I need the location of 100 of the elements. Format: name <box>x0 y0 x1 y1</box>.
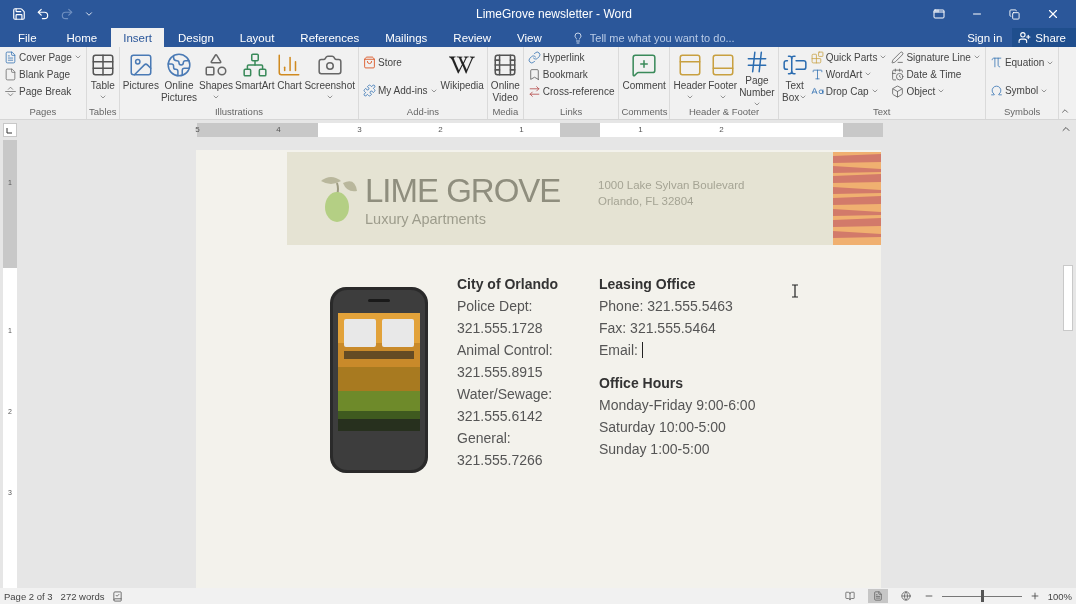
group-label: Links <box>559 106 584 119</box>
ribbon-button[interactable]: Footer <box>707 49 739 106</box>
blocks-icon <box>810 50 824 64</box>
close-icon[interactable] <box>1046 7 1060 21</box>
ruler-number: 1 <box>519 124 524 136</box>
link-icon <box>527 50 541 64</box>
ribbon-button[interactable]: Store <box>362 54 439 71</box>
ribbon-button[interactable]: Page Number <box>738 49 776 106</box>
ribbon-button[interactable]: Online Video <box>489 49 521 106</box>
share-button[interactable]: Share <box>1012 28 1076 47</box>
ruler-number: 2 <box>438 124 443 136</box>
customize-caret-icon[interactable] <box>84 9 94 19</box>
ribbon-button[interactable]: Hyperlink <box>526 49 616 65</box>
ribbon-button[interactable]: Bookmark <box>526 66 616 82</box>
hours-line: Monday-Friday 9:00-6:00 <box>599 396 756 415</box>
puzzle-icon <box>363 84 377 97</box>
ribbon-button[interactable]: Comment <box>621 49 667 106</box>
ribbon-tab[interactable]: File <box>2 28 53 47</box>
film-icon <box>492 51 519 78</box>
ribbon-tab[interactable]: Layout <box>227 28 287 47</box>
ribbon-button[interactable]: Table <box>88 49 117 106</box>
tell-me-field[interactable]: Tell me what you want to do... <box>587 30 788 45</box>
ruler-number: 1 <box>638 124 643 136</box>
restore-icon[interactable] <box>1009 8 1020 20</box>
ribbon-tab[interactable]: Insert <box>111 28 164 47</box>
table-icon <box>89 51 116 78</box>
address-line: 1000 Lake Sylvan Boulevard <box>598 179 746 191</box>
ribbon-button[interactable]: Cover Page <box>3 49 83 65</box>
contact-line: Fax: 321.555.5464 <box>599 319 716 338</box>
section-heading: City of Orlando <box>457 275 559 294</box>
ribbon-button[interactable]: Wikipedia <box>439 49 485 106</box>
ribbon-button[interactable]: Screenshot <box>303 49 357 106</box>
ribbon-button[interactable]: Cross-reference <box>526 83 616 99</box>
ruler-number: 4 <box>276 124 281 136</box>
ribbon-tab[interactable]: References <box>288 28 372 47</box>
pi-icon <box>989 56 1003 69</box>
ribbon-display-icon[interactable] <box>933 8 945 20</box>
hours-line: Sunday 1:00-5:00 <box>599 440 710 459</box>
image-icon <box>127 51 154 78</box>
collapse-ribbon-icon[interactable] <box>1060 106 1070 116</box>
footer-icon <box>709 51 736 78</box>
zoom-thumb[interactable] <box>980 590 984 602</box>
ribbon-button[interactable]: Object <box>890 83 982 99</box>
i-beam-cursor-icon <box>791 284 799 298</box>
ribbon-button[interactable]: Quick Parts <box>809 49 889 65</box>
group-label: Text <box>872 106 892 119</box>
proofing-icon[interactable] <box>112 590 124 602</box>
ribbon-tab[interactable]: View <box>505 28 554 47</box>
contact-line: Water/Sewage: <box>457 385 553 404</box>
contact-line: Phone: 321.555.5463 <box>599 297 733 316</box>
ribbon-button[interactable]: Shapes <box>198 49 234 106</box>
word-count[interactable]: 272 words <box>60 590 105 602</box>
contact-line: 321.555.7266 <box>457 451 543 470</box>
view-button[interactable] <box>867 589 888 603</box>
ruler-margin <box>843 123 883 137</box>
diagram-icon <box>241 51 268 78</box>
ruler-margin <box>560 123 600 137</box>
ribbon-tab[interactable]: Mailings <box>373 28 440 47</box>
window-title: LimeGrove newsletter - Word <box>475 7 633 21</box>
ribbon-tab[interactable]: Home <box>54 28 110 47</box>
sign-in-link[interactable]: Sign in <box>967 31 1003 44</box>
page-icon <box>4 67 17 81</box>
ribbon-button[interactable]: Chart <box>275 49 304 106</box>
scroll-thumb[interactable] <box>1063 265 1073 331</box>
ribbon-button[interactable]: My Add-ins <box>362 82 439 99</box>
redo-icon[interactable] <box>60 7 74 21</box>
zoom-level[interactable]: 100% <box>1047 590 1072 602</box>
ribbon-button[interactable]: Text Box <box>780 49 809 106</box>
ribbon-tab[interactable]: Design <box>166 28 226 47</box>
undo-icon[interactable] <box>36 7 50 21</box>
tab-selector[interactable] <box>3 123 17 137</box>
ribbon-button[interactable]: WordArt <box>809 66 889 82</box>
ribbon-tab[interactable]: Review <box>441 28 504 47</box>
ribbon-button[interactable]: Online Pictures <box>159 49 199 106</box>
document-icon <box>4 50 17 64</box>
lightbulb-icon <box>571 31 584 44</box>
save-icon[interactable] <box>12 7 26 21</box>
ribbon-button[interactable]: Symbol <box>988 82 1056 99</box>
ribbon-button[interactable]: SmartArt <box>234 49 276 106</box>
address-line: Orlando, FL 32804 <box>598 195 695 207</box>
zoom-in-icon[interactable] <box>1029 591 1040 601</box>
section-heading: Leasing Office <box>599 275 696 294</box>
ribbon-button[interactable]: Page Break <box>3 83 83 99</box>
logo-name: LIME GROVE <box>365 170 561 211</box>
ribbon-button[interactable]: Signature Line <box>890 49 982 65</box>
contact-line: 321.555.6142 <box>457 407 543 426</box>
ribbon-button[interactable]: Blank Page <box>3 66 83 82</box>
ribbon-button[interactable]: Date & Time <box>890 66 982 82</box>
ribbon-button[interactable]: Header <box>672 49 708 106</box>
ribbon-button[interactable]: Pictures <box>121 49 160 106</box>
bookmark-icon <box>527 67 541 81</box>
ribbon-button[interactable]: Drop Cap <box>809 83 889 99</box>
group-label: Comments <box>621 106 668 119</box>
web-layout-icon <box>900 591 911 601</box>
page-count[interactable]: Page 2 of 3 <box>4 590 53 602</box>
group-label: Add-ins <box>405 106 441 119</box>
comment-icon <box>631 51 658 78</box>
ribbon-button[interactable]: Equation <box>988 54 1056 71</box>
globe-icon <box>166 51 192 78</box>
group-label: Pages <box>28 106 58 119</box>
